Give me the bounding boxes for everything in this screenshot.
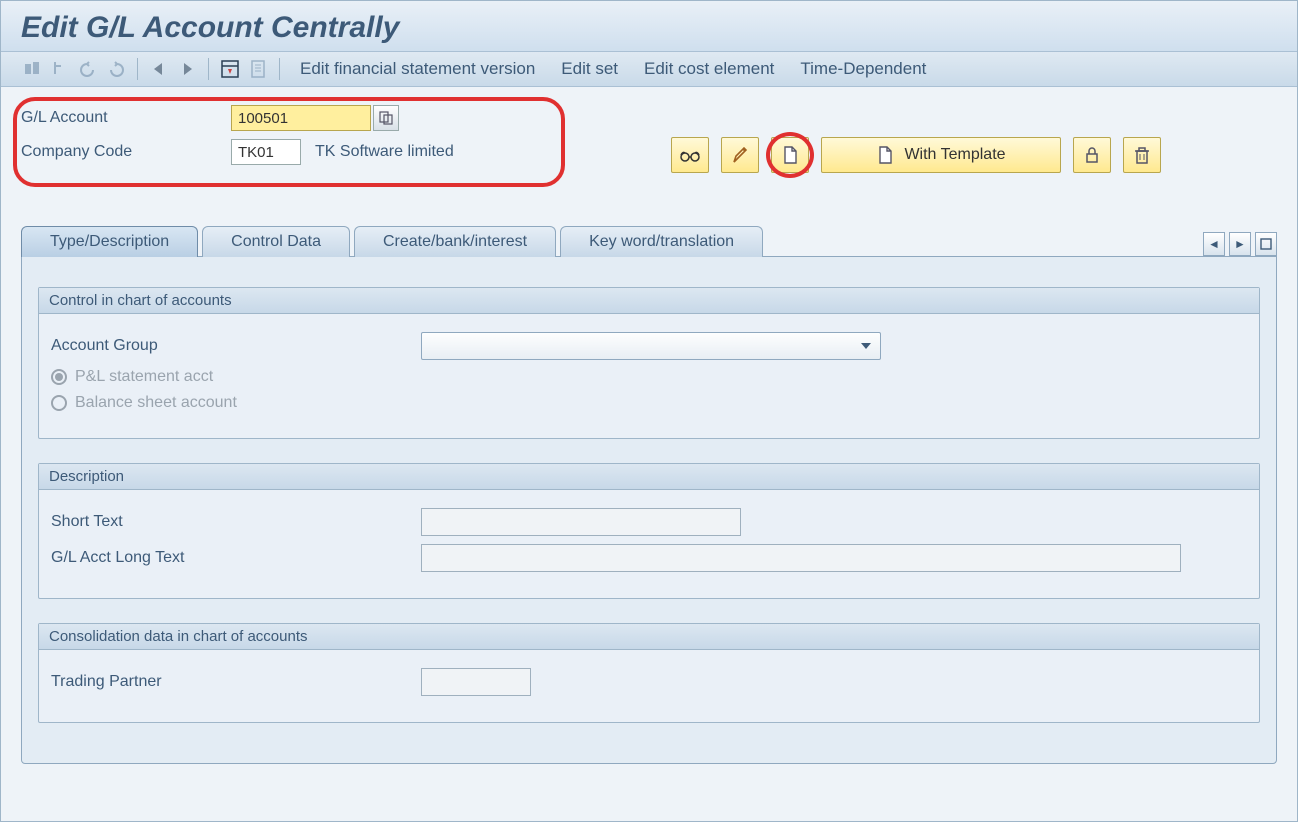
account-group-label: Account Group xyxy=(51,337,421,355)
toolbar-separator xyxy=(208,58,209,80)
toolbar: Edit financial statement version Edit se… xyxy=(1,52,1297,87)
group-description-title: Description xyxy=(39,464,1259,490)
tab-list-button[interactable] xyxy=(1255,232,1277,256)
long-text-input[interactable] xyxy=(421,544,1181,572)
title-bar: Edit G/L Account Centrally xyxy=(1,1,1297,52)
display-button[interactable] xyxy=(671,137,709,173)
gl-account-row: G/L Account xyxy=(21,105,1277,131)
with-template-label: With Template xyxy=(904,146,1005,164)
group-description: Description Short Text G/L Acct Long Tex… xyxy=(38,463,1260,599)
toolbar-separator xyxy=(279,58,280,80)
tab-scroll-left[interactable]: ◄ xyxy=(1203,232,1225,256)
tab-scroll-right[interactable]: ► xyxy=(1229,232,1251,256)
long-text-label: G/L Acct Long Text xyxy=(51,549,421,567)
tab-keyword-translation[interactable]: Key word/translation xyxy=(560,226,763,257)
edit-cost-element-link[interactable]: Edit cost element xyxy=(634,59,784,79)
action-buttons: With Template xyxy=(671,137,1161,173)
glasses-icon xyxy=(679,146,701,164)
create-button[interactable] xyxy=(771,137,809,173)
gl-account-label: G/L Account xyxy=(21,109,231,127)
new-document-icon xyxy=(876,145,894,165)
group-consolidation: Consolidation data in chart of accounts … xyxy=(38,623,1260,723)
next-icon[interactable] xyxy=(176,58,198,80)
tab-body: Control in chart of accounts Account Gro… xyxy=(21,256,1277,764)
group-control: Control in chart of accounts Account Gro… xyxy=(38,287,1260,439)
short-text-label: Short Text xyxy=(51,513,421,531)
account-group-select[interactable] xyxy=(421,332,881,360)
trash-icon xyxy=(1133,145,1151,165)
tab-region: Type/Description Control Data Create/ban… xyxy=(1,225,1297,764)
previous-object-icon[interactable] xyxy=(49,58,71,80)
trading-partner-label: Trading Partner xyxy=(51,673,421,691)
header-area: G/L Account Company Code TK Software lim… xyxy=(1,87,1297,185)
edit-set-link[interactable]: Edit set xyxy=(551,59,628,79)
gl-account-input[interactable] xyxy=(231,105,371,131)
undo-icon[interactable] xyxy=(77,58,99,80)
balance-sheet-radio[interactable] xyxy=(51,395,67,411)
pencil-icon xyxy=(731,145,749,165)
tab-create-bank-interest[interactable]: Create/bank/interest xyxy=(354,226,556,257)
tab-scroll-nav: ◄ ► xyxy=(1203,232,1277,256)
doc-icon[interactable] xyxy=(247,58,269,80)
toolbar-separator xyxy=(137,58,138,80)
company-code-text: TK Software limited xyxy=(315,143,454,161)
time-dependent-link[interactable]: Time-Dependent xyxy=(790,59,936,79)
with-template-button[interactable]: With Template xyxy=(821,137,1061,173)
company-code-input[interactable] xyxy=(231,139,301,165)
company-code-label: Company Code xyxy=(21,143,231,161)
group-control-title: Control in chart of accounts xyxy=(39,288,1259,314)
change-button[interactable] xyxy=(721,137,759,173)
prev-icon[interactable] xyxy=(148,58,170,80)
group-consolidation-title: Consolidation data in chart of accounts xyxy=(39,624,1259,650)
gl-account-search-help[interactable] xyxy=(373,105,399,131)
pl-statement-label: P&L statement acct xyxy=(75,368,213,386)
page-title: Edit G/L Account Centrally xyxy=(21,11,399,44)
pl-statement-radio[interactable] xyxy=(51,369,67,385)
delete-button[interactable] xyxy=(1123,137,1161,173)
edit-fin-statement-link[interactable]: Edit financial statement version xyxy=(290,59,545,79)
balance-sheet-label: Balance sheet account xyxy=(75,394,237,412)
tab-control-data[interactable]: Control Data xyxy=(202,226,350,257)
other-object-icon[interactable] xyxy=(21,58,43,80)
dropdown-icon xyxy=(860,342,872,350)
lock-button[interactable] xyxy=(1073,137,1111,173)
redo-icon[interactable] xyxy=(105,58,127,80)
trading-partner-input[interactable] xyxy=(421,668,531,696)
layout-icon[interactable] xyxy=(219,58,241,80)
tab-type-description[interactable]: Type/Description xyxy=(21,226,198,257)
tab-strip: Type/Description Control Data Create/ban… xyxy=(21,225,1277,256)
lock-icon xyxy=(1084,145,1100,165)
new-document-icon xyxy=(781,145,799,165)
sap-window: Edit G/L Account Centrally Edit financia… xyxy=(0,0,1298,822)
short-text-input[interactable] xyxy=(421,508,741,536)
